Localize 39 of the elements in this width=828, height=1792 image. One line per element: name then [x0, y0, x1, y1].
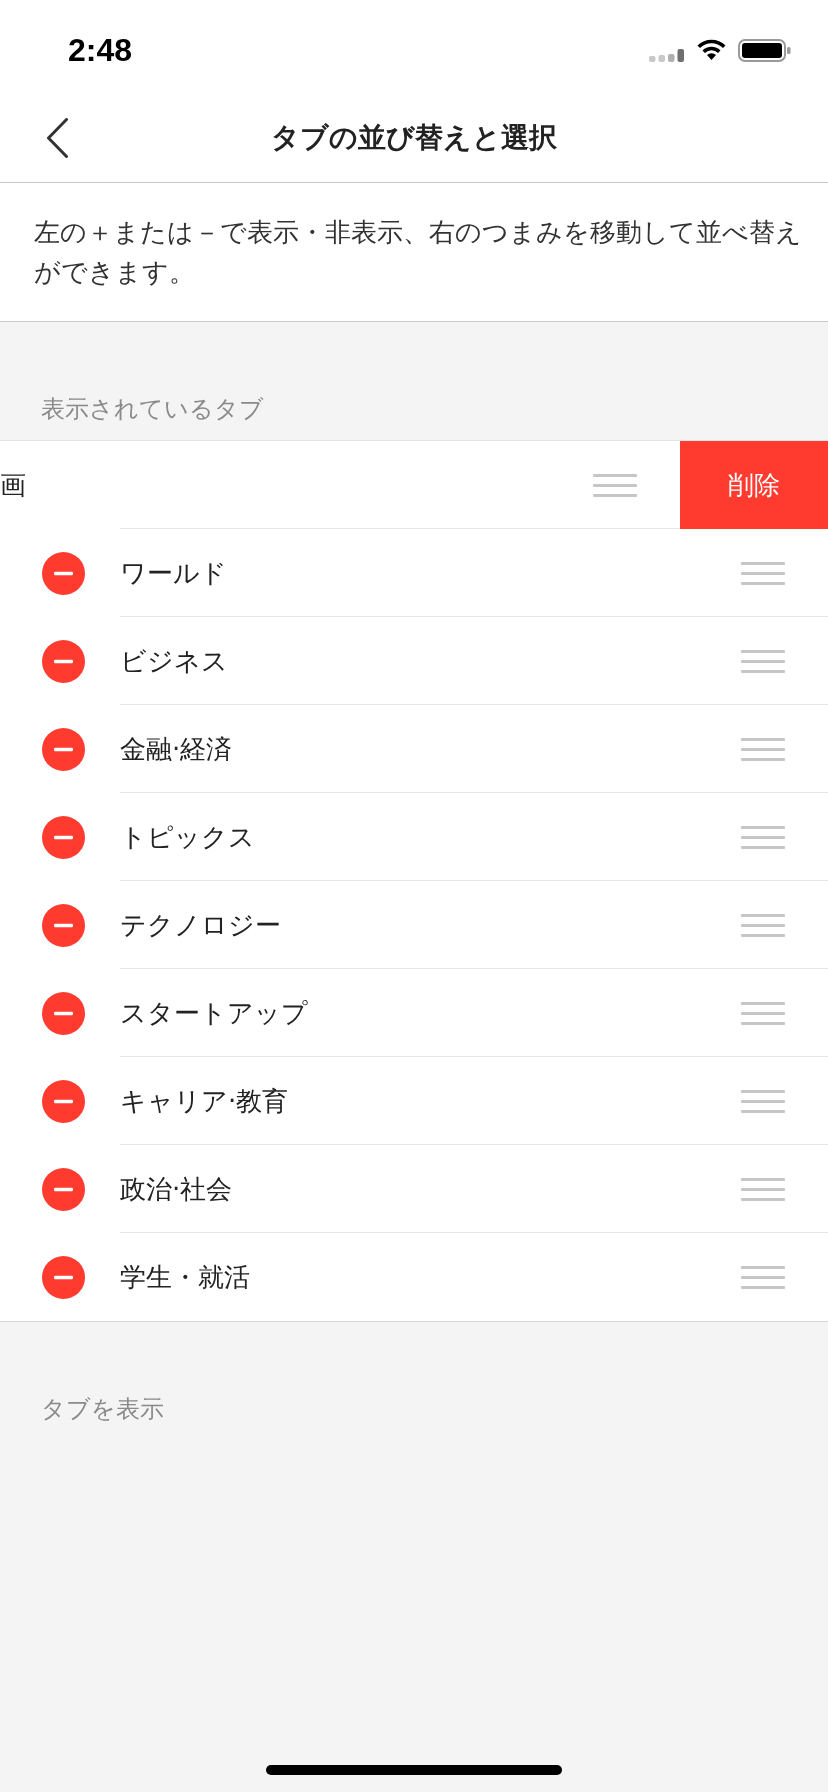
- battery-icon: [738, 38, 791, 62]
- minus-circle-icon[interactable]: [42, 1167, 85, 1211]
- tab-label: 画: [0, 469, 27, 502]
- tab-label: ワールド: [120, 557, 228, 590]
- minus-circle-icon[interactable]: [42, 903, 85, 947]
- wifi-icon: [696, 38, 727, 60]
- minus-circle-icon[interactable]: [42, 639, 85, 683]
- minus-circle-icon[interactable]: [42, 551, 85, 595]
- tab-label: テクノロジー: [120, 909, 282, 942]
- minus-circle-icon[interactable]: [42, 991, 85, 1035]
- drag-handle-icon[interactable]: [741, 825, 785, 849]
- section-header: タブを表示: [40, 1394, 165, 1425]
- minus-circle-icon[interactable]: [42, 815, 85, 859]
- drag-handle-icon[interactable]: [741, 1265, 785, 1289]
- drag-handle-icon[interactable]: [741, 649, 785, 673]
- minus-circle-icon[interactable]: [42, 1255, 85, 1299]
- drag-handle-icon[interactable]: [741, 913, 785, 937]
- tab-label: 学生・就活: [120, 1261, 251, 1294]
- drag-handle-icon[interactable]: [741, 561, 785, 585]
- drag-handle-icon[interactable]: [741, 1177, 785, 1201]
- tab-label: 政治·社会: [120, 1173, 234, 1206]
- chevron-left-icon[interactable]: [46, 118, 69, 158]
- tab-label: ビジネス: [120, 645, 229, 678]
- section-header: 表示されているタブ: [40, 394, 265, 425]
- minus-circle-icon[interactable]: [42, 1079, 85, 1123]
- minus-circle-icon[interactable]: [42, 727, 85, 771]
- drag-handle-icon[interactable]: [593, 473, 637, 497]
- tab-label: 金融·経済: [120, 733, 234, 766]
- tab-label: トピックス: [120, 821, 256, 854]
- status-time: 2:48: [68, 32, 133, 68]
- drag-handle-icon[interactable]: [741, 1001, 785, 1025]
- page-title: タブの並び替えと選択: [271, 120, 557, 156]
- delete-button[interactable]: 削除: [680, 441, 828, 529]
- signal-icon: [649, 48, 685, 62]
- tab-label: スタートアップ: [120, 997, 309, 1030]
- drag-handle-icon[interactable]: [741, 737, 785, 761]
- tab-label: キャリア·教育: [120, 1085, 290, 1118]
- description-text: 左の＋または－で表示・非表示、右のつまみを移動して並べ替えができます。: [34, 216, 803, 289]
- drag-handle-icon[interactable]: [741, 1089, 785, 1113]
